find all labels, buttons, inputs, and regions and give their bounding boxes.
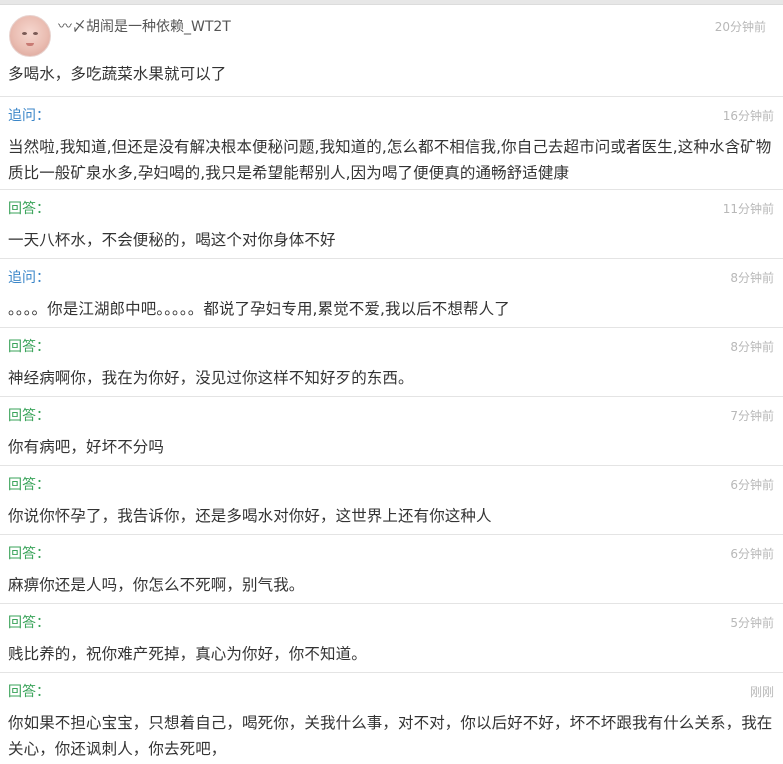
- answer-label: 回答：: [8, 684, 50, 700]
- answer-label: 回答：: [8, 615, 50, 631]
- followup-answer: 回答： 6分钟前 你说你怀孕了，我告诉你，还是多喝水对你好，这世界上还有你这种人: [0, 466, 783, 535]
- answer-label: 回答：: [8, 201, 50, 217]
- timestamp: 8分钟前: [730, 271, 774, 285]
- answer-label: 回答：: [8, 546, 50, 562]
- answer-text: 多喝水，多吃蔬菜水果就可以了: [8, 65, 227, 83]
- timestamp: 11分钟前: [722, 202, 774, 216]
- timestamp: 8分钟前: [730, 340, 774, 354]
- username[interactable]: 〰〆胡闹是一种依赖_WT2T: [58, 16, 231, 36]
- ask-label: 追问：: [8, 108, 50, 124]
- followup-answer: 回答： 6分钟前 麻痹你还是人吗，你怎么不死啊，别气我。: [0, 535, 783, 604]
- author-row: 〰〆胡闹是一种依赖_WT2T 20分钟前: [8, 5, 775, 61]
- answer-text: 一天八杯水，不会便秘的，喝这个对你身体不好: [8, 231, 336, 249]
- timestamp: 刚刚: [749, 685, 774, 699]
- followup-answer: 回答： 刚刚 你如果不担心宝宝，只想着自己，喝死你，关我什么事，对不对，你以后好…: [0, 673, 783, 764]
- answer-text: 你有病吧，好坏不分吗: [8, 438, 165, 456]
- timestamp: 6分钟前: [730, 478, 774, 492]
- answer-label: 回答：: [8, 477, 50, 493]
- followup-answer: 回答： 5分钟前 贱比养的，祝你难产死掉，真心为你好，你不知道。: [0, 604, 783, 673]
- followup-ask: 追问： 16分钟前 当然啦,我知道,但还是没有解决根本便秘问题,我知道的,怎么都…: [0, 97, 783, 190]
- timestamp: 20分钟前: [714, 20, 766, 34]
- followup-answer: 回答： 8分钟前 神经病啊你，我在为你好，没见过你这样不知好歹的东西。: [0, 328, 783, 397]
- timestamp: 7分钟前: [730, 409, 774, 423]
- answer-text: 神经病啊你，我在为你好，没见过你这样不知好歹的东西。: [8, 369, 414, 387]
- followup-answer: 回答： 11分钟前 一天八杯水，不会便秘的，喝这个对你身体不好: [0, 190, 783, 259]
- followup-ask: 追问： 8分钟前 。。。。你是江湖郎中吧。。。。。都说了孕妇专用,累觉不爱,我以…: [0, 259, 783, 328]
- answer-label: 回答：: [8, 339, 50, 355]
- answer-text: 你如果不担心宝宝，只想着自己，喝死你，关我什么事，对不对，你以后好不好，坏不坏跟…: [8, 714, 773, 758]
- avatar[interactable]: [9, 15, 51, 57]
- ask-text: 当然啦,我知道,但还是没有解决根本便秘问题,我知道的,怎么都不相信我,你自己去超…: [8, 138, 772, 182]
- answer-label: 回答：: [8, 408, 50, 424]
- followup-answer: 回答： 7分钟前 你有病吧，好坏不分吗: [0, 397, 783, 466]
- timestamp: 6分钟前: [730, 547, 774, 561]
- avatar-eye-left: [22, 32, 27, 35]
- timestamp: 16分钟前: [722, 109, 774, 123]
- avatar-eye-right: [33, 32, 38, 35]
- answer-text: 你说你怀孕了，我告诉你，还是多喝水对你好，这世界上还有你这种人: [8, 507, 492, 525]
- timestamp: 5分钟前: [730, 616, 774, 630]
- ask-text: 。。。。你是江湖郎中吧。。。。。都说了孕妇专用,累觉不爱,我以后不想帮人了: [8, 300, 510, 318]
- qa-thread: 〰〆胡闹是一种依赖_WT2T 20分钟前 多喝水，多吃蔬菜水果就可以了 追问： …: [0, 5, 783, 764]
- answer-text: 贱比养的，祝你难产死掉，真心为你好，你不知道。: [8, 645, 367, 663]
- ask-label: 追问：: [8, 270, 50, 286]
- avatar-mouth: [26, 43, 34, 46]
- answer-text: 麻痹你还是人吗，你怎么不死啊，别气我。: [8, 576, 305, 594]
- original-answer: 〰〆胡闹是一种依赖_WT2T 20分钟前 多喝水，多吃蔬菜水果就可以了: [0, 5, 783, 97]
